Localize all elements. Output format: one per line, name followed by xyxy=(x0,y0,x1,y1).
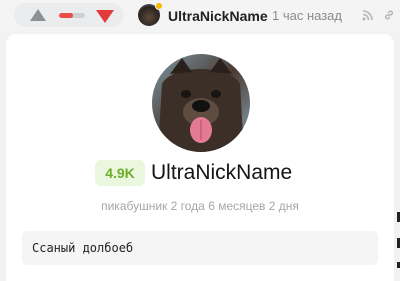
post-time[interactable]: 1 час назад xyxy=(272,8,342,23)
link-icon[interactable] xyxy=(383,9,395,21)
status-dot xyxy=(155,2,163,10)
member-tenure: пикабушник 2 года 6 месяцев 2 дня xyxy=(101,199,299,213)
profile-avatar[interactable] xyxy=(152,54,250,152)
profile-card: 4.9K UltraNickName пикабушник 2 года 6 м… xyxy=(6,34,394,281)
author-name-link[interactable]: UltraNickName xyxy=(168,8,268,24)
profile-bio: Ссаный долбоеб xyxy=(22,231,378,265)
vote-control xyxy=(14,3,124,27)
upvote-button[interactable] xyxy=(30,9,46,21)
profile-name[interactable]: UltraNickName xyxy=(151,160,292,186)
rating-badge: 4.9K xyxy=(95,160,145,186)
author-avatar[interactable] xyxy=(138,2,163,26)
rss-icon[interactable] xyxy=(362,10,373,21)
rating-bar-fill xyxy=(59,13,74,18)
story-header: UltraNickName 1 час назад xyxy=(0,0,400,32)
downvote-button[interactable] xyxy=(96,10,114,23)
rating-bar xyxy=(59,13,85,18)
